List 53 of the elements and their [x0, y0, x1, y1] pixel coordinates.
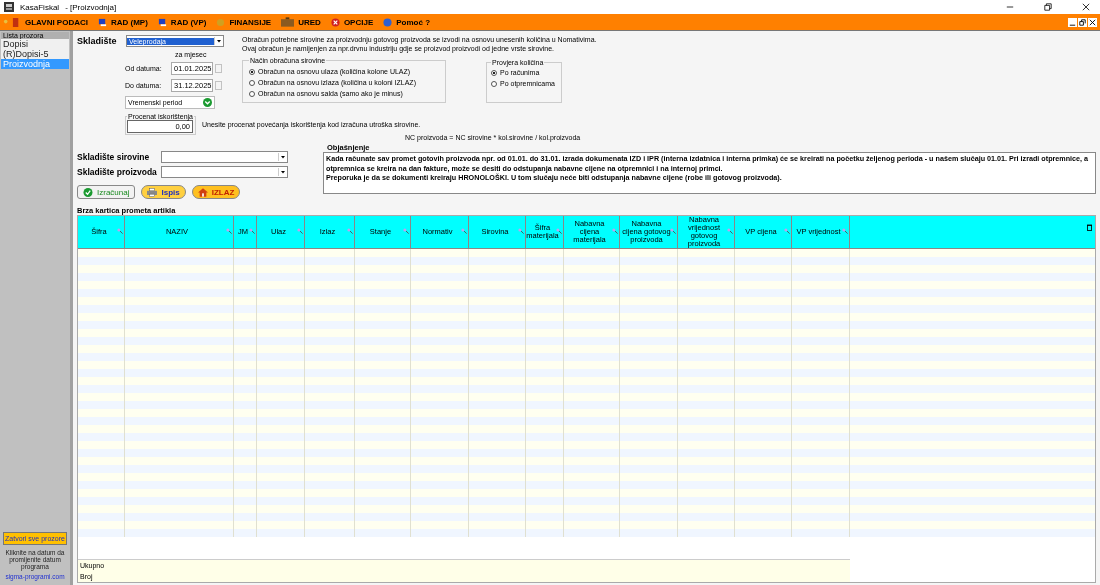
dropdown-arrow-icon[interactable] [214, 37, 223, 45]
briefcase-icon [281, 17, 295, 27]
filter-icon[interactable] [117, 228, 123, 234]
filter-icon[interactable] [226, 228, 232, 234]
restore-icon[interactable] [1078, 17, 1087, 27]
filter-icon[interactable] [670, 228, 676, 234]
trash-icon[interactable] [1087, 224, 1092, 231]
menu-item[interactable]: FINANSIJE [229, 17, 272, 27]
close-icon[interactable] [1088, 17, 1097, 27]
dropdown-arrow-icon[interactable] [278, 153, 287, 161]
calculate-button[interactable]: Izračunaj [77, 185, 136, 199]
menu-item[interactable]: Pomoć ? [396, 17, 430, 27]
monitor-icon [97, 17, 107, 27]
check-icon [83, 187, 93, 197]
filter-icon[interactable] [842, 228, 848, 234]
close-icon[interactable] [1082, 3, 1090, 11]
raw-warehouse-label: Skladište sirovine [77, 152, 151, 162]
house-icon [197, 187, 208, 197]
product-warehouse-label: Skladište proizvoda [77, 167, 158, 177]
sidebar-item[interactable]: Dopisi [1, 39, 69, 49]
menu-item[interactable]: RAD (VP) [170, 17, 207, 27]
chevron-down-icon [203, 98, 212, 107]
dropdown-arrow-icon[interactable] [278, 168, 287, 176]
app-icon [4, 2, 14, 12]
restore-icon[interactable] [1044, 3, 1052, 11]
menu-item[interactable]: RAD (MP) [110, 17, 148, 27]
window-title: - [Proizvodnja] [65, 2, 117, 12]
filter-icon[interactable] [556, 228, 562, 234]
filter-icon[interactable] [403, 228, 409, 234]
filter-icon[interactable] [518, 228, 524, 234]
filter-icon[interactable] [347, 228, 353, 234]
help-icon [383, 17, 393, 27]
filter-icon[interactable] [784, 228, 790, 234]
sidebar-item[interactable]: (R)Dopisi-5 [1, 49, 69, 59]
filter-icon[interactable] [612, 228, 618, 234]
minimize-icon[interactable] [1006, 3, 1014, 11]
minimize-icon[interactable] [1068, 17, 1077, 27]
filter-icon[interactable] [249, 228, 255, 234]
menu-item[interactable]: OPCIJE [343, 17, 374, 27]
app-name: KasaFiskal [20, 2, 60, 12]
stop-icon [330, 17, 340, 27]
exit-button[interactable]: IZLAZ [191, 185, 241, 199]
filter-icon[interactable] [461, 228, 467, 234]
menu-item[interactable]: GLAVNI PODACI [25, 17, 88, 27]
printer-icon [147, 187, 158, 197]
keys-icon [3, 17, 21, 27]
monitor-icon [157, 17, 167, 27]
print-button[interactable]: Ispis [141, 185, 186, 199]
menu-item[interactable]: URED [298, 17, 321, 27]
filter-icon[interactable] [727, 228, 733, 234]
filter-icon[interactable] [297, 228, 303, 234]
warehouse-label: Skladište [77, 36, 118, 46]
coin-icon [216, 17, 226, 27]
